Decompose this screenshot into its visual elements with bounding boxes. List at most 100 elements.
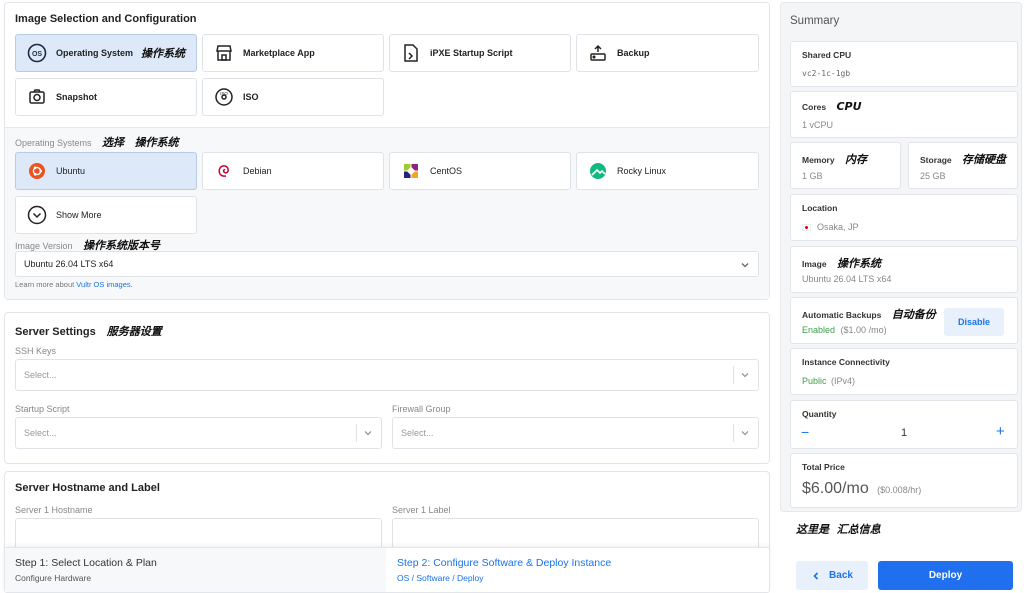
server-settings-annotation: 服务器设置 (106, 325, 162, 338)
tab-ipxe-label: iPXE Startup Script (430, 48, 513, 58)
os-section-annotation-os: 操作系统 (134, 136, 179, 149)
summary-storage: Storage 存储硬盘 25 GB (908, 142, 1018, 189)
cores-label-row: Cores CPU (802, 100, 862, 113)
startup-script-label: Startup Script (15, 404, 70, 414)
deploy-button[interactable]: Deploy (878, 561, 1013, 590)
backups-label: Automatic Backups (802, 310, 882, 320)
summary-location: Location Osaka, JP (790, 194, 1018, 241)
ubuntu-icon (26, 160, 48, 182)
server-settings-panel: Server Settings 服务器设置 SSH Keys Select...… (4, 312, 770, 464)
quantity-value[interactable]: 1 (901, 427, 907, 439)
show-more-button[interactable]: Show More (15, 196, 197, 234)
chevron-left-icon (813, 571, 819, 580)
summary-title: Summary (790, 15, 840, 27)
summary-cores: Cores CPU 1 vCPU (790, 91, 1018, 138)
image-version-label: Image Version (15, 241, 73, 251)
step-1[interactable]: Step 1: Select Location & Plan Configure… (5, 548, 386, 592)
server-label-input[interactable] (392, 518, 759, 550)
quantity-decrement-button[interactable]: − (801, 424, 809, 440)
image-selection-panel: Image Selection and Configuration OS Ope… (4, 2, 770, 300)
summary-connectivity: Instance Connectivity Public (IPv4) (790, 348, 1018, 395)
tab-backup[interactable]: Backup (576, 34, 759, 72)
connectivity-type: (IPv4) (831, 376, 856, 386)
quantity-label: Quantity (802, 409, 837, 419)
select-separator (733, 366, 734, 384)
os-option-rocky-label: Rocky Linux (617, 166, 667, 176)
chevron-down-circle-icon (26, 204, 48, 226)
memory-label: Memory (802, 155, 835, 165)
chevron-down-icon (741, 263, 749, 268)
memory-annotation: 内存 (844, 153, 867, 166)
backups-status: Enabled (802, 325, 836, 335)
connectivity-label: Instance Connectivity (802, 357, 890, 367)
centos-icon (400, 160, 422, 182)
memory-value: 1 GB (802, 171, 823, 181)
snapshot-icon (26, 86, 48, 108)
iso-disc-icon: ISO (213, 86, 235, 108)
os-option-ubuntu[interactable]: Ubuntu (15, 152, 197, 190)
back-button-label: Back (829, 570, 853, 581)
tab-marketplace-app[interactable]: Marketplace App (202, 34, 384, 72)
disable-backups-button[interactable]: Disable (944, 308, 1004, 336)
cores-value: 1 vCPU (802, 120, 834, 130)
deploy-page: Image Selection and Configuration OS Ope… (0, 0, 1024, 593)
step-bar: Step 1: Select Location & Plan Configure… (4, 547, 770, 593)
image-version-select[interactable]: Ubuntu 26.04 LTS x64 (15, 251, 759, 277)
japan-flag-dot (805, 225, 808, 229)
summary-total-price: Total Price $6.00/mo ($0.008/hr) (790, 453, 1018, 508)
step-2-title: Step 2: Configure Software & Deploy Inst… (397, 557, 612, 569)
summary-automatic-backups: Automatic Backups 自动备份 Enabled ($1.00 /m… (790, 297, 1018, 344)
image-label: Image (802, 259, 827, 269)
back-button[interactable]: Back (796, 561, 868, 590)
vultr-os-images-link[interactable]: Vultr OS images. (76, 280, 132, 289)
location-value: Osaka, JP (817, 222, 859, 232)
os-option-centos[interactable]: CentOS (389, 152, 571, 190)
storage-label: Storage (920, 155, 952, 165)
tab-ipxe-startup-script[interactable]: iPXE Startup Script (389, 34, 571, 72)
backups-value-row: Enabled ($1.00 /mo) (802, 325, 887, 335)
chevron-down-icon (364, 431, 372, 436)
quantity-increment-button[interactable]: + (996, 423, 1005, 440)
summary-shared-cpu: Shared CPU vc2-1c-1gb (790, 41, 1018, 87)
os-section-label: Operating Systems (15, 138, 92, 148)
os-option-debian[interactable]: Debian (202, 152, 384, 190)
debian-icon (213, 160, 235, 182)
chevron-down-icon (741, 373, 749, 378)
total-price-value: $6.00/mo (802, 480, 869, 497)
location-row: Osaka, JP (802, 222, 859, 232)
step-1-subtitle: Configure Hardware (15, 573, 92, 583)
summary-quantity: Quantity − 1 + (790, 400, 1018, 449)
os-option-ubuntu-label: Ubuntu (56, 166, 86, 176)
location-label: Location (802, 203, 838, 213)
tab-operating-system[interactable]: OS Operating System 操作系统 (15, 34, 197, 72)
show-more-label: Show More (56, 210, 102, 220)
storage-annotation: 存储硬盘 (962, 153, 1007, 166)
select-separator (733, 424, 734, 442)
step-2[interactable]: Step 2: Configure Software & Deploy Inst… (387, 548, 769, 592)
image-value: Ubuntu 26.04 LTS x64 (802, 274, 892, 284)
tab-operating-system-label: Operating System (56, 48, 134, 58)
ssh-keys-select[interactable]: Select... (15, 359, 759, 391)
hostname-input[interactable] (15, 518, 382, 550)
image-selection-title: Image Selection and Configuration (15, 13, 197, 25)
startup-script-select[interactable]: Select... (15, 417, 382, 449)
rocky-linux-icon (587, 160, 609, 182)
storage-value: 25 GB (920, 171, 946, 181)
store-icon (213, 42, 235, 64)
image-version-value: Ubuntu 26.04 LTS x64 (24, 259, 114, 269)
firewall-group-select[interactable]: Select... (392, 417, 759, 449)
os-icon: OS (26, 42, 48, 64)
total-price-hourly: ($0.008/hr) (877, 485, 922, 495)
tab-iso[interactable]: ISO ISO (202, 78, 384, 116)
memory-label-row: Memory 内存 (802, 151, 867, 167)
cores-label: Cores (802, 102, 827, 112)
firewall-group-placeholder: Select... (401, 428, 434, 438)
tab-operating-system-annotation: 操作系统 (141, 47, 186, 60)
os-option-rocky-linux[interactable]: Rocky Linux (576, 152, 759, 190)
summary-footer-annotation: 这里是 汇总信息 (796, 523, 881, 536)
connectivity-status: Public (802, 376, 827, 386)
summary-image: Image 操作系统 Ubuntu 26.04 LTS x64 (790, 246, 1018, 293)
tab-snapshot[interactable]: Snapshot (15, 78, 197, 116)
summary-memory: Memory 内存 1 GB (790, 142, 901, 189)
total-price-label: Total Price (802, 462, 845, 472)
